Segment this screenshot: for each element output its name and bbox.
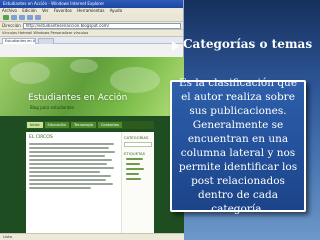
address-row: Dirección http://estudiantesenaccion.blo… — [0, 22, 183, 30]
category-link[interactable] — [126, 178, 142, 180]
window-titlebar: Estudiantes en Acción - Windows Internet… — [0, 0, 183, 8]
post-text-line — [29, 147, 110, 149]
nav-tab-tecnologia[interactable]: Tecnología — [70, 122, 96, 128]
category-link[interactable] — [126, 163, 140, 165]
post-text-line — [29, 155, 105, 157]
slide-title: Categorías o temas — [183, 37, 313, 51]
header-decoration — [70, 59, 98, 73]
menu-item-favoritos[interactable]: Favoritos — [54, 8, 72, 13]
browser-status-bar: Listo — [0, 233, 184, 240]
blog-nav: Inicio Educación Tecnología Contactos — [26, 121, 154, 129]
nav-tab-contactos[interactable]: Contactos — [97, 122, 122, 128]
arrow-bullet-icon — [172, 41, 179, 51]
browser-toolbar — [0, 14, 183, 22]
new-tab-button[interactable] — [38, 38, 54, 44]
blog-page: Estudiantes en Acción Blog para estudian… — [0, 57, 184, 240]
menu-item-edicion[interactable]: Edición — [22, 8, 36, 13]
blog-subtitle: Blog para estudiantes — [30, 105, 74, 110]
nav-tab-educacion[interactable]: Educación — [44, 122, 69, 128]
favorites-icon[interactable] — [35, 15, 41, 20]
menu-item-ayuda[interactable]: Ayuda — [110, 8, 122, 13]
post-text-line — [29, 187, 92, 189]
header-decoration — [110, 67, 160, 93]
address-label: Dirección — [2, 23, 21, 28]
back-icon[interactable] — [3, 15, 9, 20]
blog-header: Estudiantes en Acción Blog para estudian… — [0, 57, 184, 116]
post-text-line — [29, 151, 116, 153]
post-text-line — [29, 159, 112, 161]
sidebar-search-input[interactable] — [124, 142, 152, 147]
category-link[interactable] — [126, 173, 139, 175]
post-text-line — [29, 183, 113, 185]
category-link[interactable] — [126, 168, 145, 170]
refresh-icon[interactable] — [19, 15, 25, 20]
nav-tab-inicio[interactable]: Inicio — [27, 122, 43, 128]
sidebar-column: CATEGORÍAS ETIQUETAS — [122, 132, 154, 240]
blog-body: EL CIRCOS CATEGORÍAS ETIQUETAS — [26, 132, 154, 240]
menu-item-archivo[interactable]: Archivo — [2, 8, 17, 13]
browser-tabs: Estudiantes en Acción — [0, 37, 183, 44]
post-text-line — [29, 163, 108, 165]
sidebar-tags-heading: ETIQUETAS — [124, 151, 146, 156]
menu-item-ver[interactable]: Ver — [42, 8, 49, 13]
explanation-text: Es la clasificación que el autor realiza… — [178, 76, 298, 216]
post-column: EL CIRCOS — [26, 132, 122, 240]
links-bar[interactable]: Vínculos Hotmail Windows Personalizar ví… — [0, 30, 183, 37]
sidebar-heading: CATEGORÍAS — [124, 135, 149, 140]
blog-title[interactable]: Estudiantes en Acción — [28, 93, 127, 103]
address-input[interactable]: http://estudiantesenaccion.blogspot.com/ — [22, 22, 181, 29]
header-decoration — [10, 62, 50, 84]
forward-icon[interactable] — [11, 15, 17, 20]
browser-tab-active[interactable]: Estudiantes en Acción — [2, 38, 36, 44]
post-text-line — [29, 167, 115, 169]
post-title[interactable]: EL CIRCOS — [29, 135, 118, 140]
category-link[interactable] — [126, 158, 143, 160]
explanation-box: Es la clasificación que el autor realiza… — [170, 77, 306, 215]
home-icon[interactable] — [27, 15, 33, 20]
menu-item-herramientas[interactable]: Herramientas — [77, 8, 104, 13]
post-text-line — [29, 175, 111, 177]
post-text-line — [29, 179, 107, 181]
post-text-line — [29, 143, 114, 145]
post-text-line — [29, 171, 101, 173]
